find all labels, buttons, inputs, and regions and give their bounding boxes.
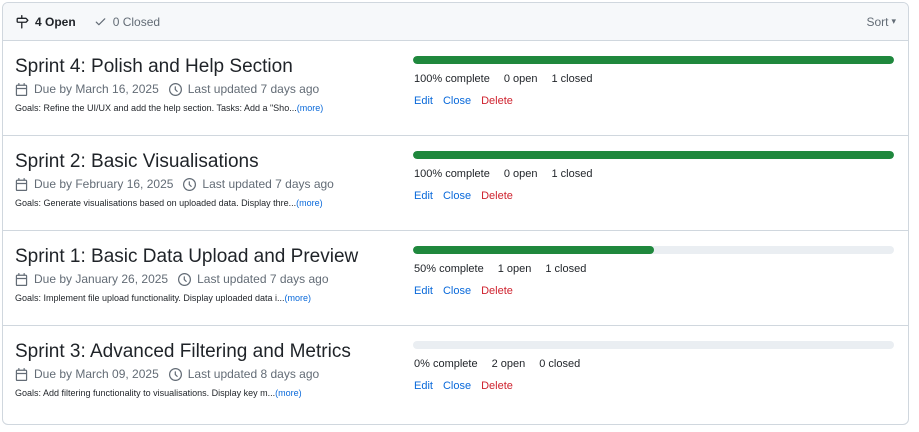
closed-issues-count[interactable]: 1 closed xyxy=(545,263,586,275)
delete-button[interactable]: Delete xyxy=(481,95,513,107)
clock-icon xyxy=(168,82,182,96)
progress-bar xyxy=(413,151,894,159)
delete-button[interactable]: Delete xyxy=(481,285,513,297)
sort-dropdown[interactable]: Sort ▾ xyxy=(866,15,896,29)
closed-count-label: 0 Closed xyxy=(112,14,161,29)
closed-milestones-tab[interactable]: 0 Closed xyxy=(94,15,160,29)
progress-fill xyxy=(413,246,654,254)
milestone-actions: Edit Close Delete xyxy=(414,95,523,107)
progress-bar xyxy=(413,246,894,254)
milestones-header: 4 Open 0 Closed Sort ▾ xyxy=(3,3,908,41)
edit-button[interactable]: Edit xyxy=(414,95,433,107)
more-link[interactable]: (more) xyxy=(285,293,312,303)
closed-issues-count[interactable]: 1 closed xyxy=(551,168,592,180)
goals-text: Goals: Generate visualisations based on … xyxy=(15,198,297,208)
edit-button[interactable]: Edit xyxy=(414,285,433,297)
milestone-stats: 50% complete 1 open 1 closed xyxy=(414,263,600,275)
milestone-title[interactable]: Sprint 3: Advanced Filtering and Metrics xyxy=(15,341,351,363)
last-updated: Last updated 8 days ago xyxy=(187,367,320,381)
milestone-stats: 0% complete 2 open 0 closed xyxy=(414,358,594,370)
milestone-actions: Edit Close Delete xyxy=(414,380,523,392)
milestone-description: Goals: Refine the UI/UX and add the help… xyxy=(15,103,323,113)
clock-icon xyxy=(178,272,192,286)
calendar-icon xyxy=(15,367,28,381)
open-issues-count[interactable]: 1 open xyxy=(498,263,532,275)
percent-complete: 50% complete xyxy=(414,263,484,275)
milestone-title[interactable]: Sprint 1: Basic Data Upload and Preview xyxy=(15,246,358,268)
more-link[interactable]: (more) xyxy=(296,198,323,208)
last-updated: Last updated 7 days ago xyxy=(202,177,334,191)
milestone-row: Sprint 1: Basic Data Upload and Preview … xyxy=(3,231,908,326)
milestone-description: Goals: Generate visualisations based on … xyxy=(15,198,323,208)
open-issues-count[interactable]: 0 open xyxy=(504,168,538,180)
milestone-actions: Edit Close Delete xyxy=(414,190,523,202)
milestone-stats: 100% complete 0 open 1 closed xyxy=(414,73,606,85)
milestone-title[interactable]: Sprint 2: Basic Visualisations xyxy=(15,151,259,173)
percent-complete: 100% complete xyxy=(414,73,490,85)
milestone-meta: Due by January 26, 2025 Last updated 7 d… xyxy=(15,272,329,286)
due-date: Due by March 09, 2025 xyxy=(34,367,159,381)
milestone-row: Sprint 3: Advanced Filtering and Metrics… xyxy=(3,326,908,420)
caret-down-icon: ▾ xyxy=(891,16,896,26)
goals-text: Goals: Add filtering functionality to vi… xyxy=(15,388,276,398)
more-link[interactable]: (more) xyxy=(275,388,302,398)
due-date: Due by January 26, 2025 xyxy=(34,272,169,286)
edit-button[interactable]: Edit xyxy=(414,190,433,202)
progress-fill xyxy=(413,56,894,64)
last-updated: Last updated 7 days ago xyxy=(197,272,329,286)
last-updated: Last updated 7 days ago xyxy=(187,82,320,96)
due-date: Due by February 16, 2025 xyxy=(34,177,174,191)
milestone-meta: Due by February 16, 2025 Last updated 7 … xyxy=(15,177,334,191)
calendar-icon xyxy=(15,177,28,191)
milestone-meta: Due by March 09, 2025 Last updated 8 day… xyxy=(15,367,319,381)
close-button[interactable]: Close xyxy=(443,380,471,392)
calendar-icon xyxy=(15,272,28,286)
closed-issues-count[interactable]: 1 closed xyxy=(551,73,592,85)
due-date: Due by March 16, 2025 xyxy=(34,82,159,96)
closed-issues-count[interactable]: 0 closed xyxy=(539,358,580,370)
progress-bar xyxy=(413,341,894,349)
close-button[interactable]: Close xyxy=(443,190,471,202)
open-count-label: 4 Open xyxy=(35,14,76,29)
delete-button[interactable]: Delete xyxy=(481,190,513,202)
percent-complete: 0% complete xyxy=(414,358,478,370)
milestone-meta: Due by March 16, 2025 Last updated 7 day… xyxy=(15,82,319,96)
percent-complete: 100% complete xyxy=(414,168,490,180)
open-milestones-tab[interactable]: 4 Open xyxy=(15,14,76,29)
sort-label: Sort xyxy=(866,14,889,29)
close-button[interactable]: Close xyxy=(443,285,471,297)
calendar-icon xyxy=(15,82,28,96)
milestone-description: Goals: Add filtering functionality to vi… xyxy=(15,388,302,398)
clock-icon xyxy=(183,177,197,191)
milestone-icon xyxy=(16,14,29,29)
milestones-list: 4 Open 0 Closed Sort ▾ Sprint 4: Polish … xyxy=(2,2,909,425)
progress-bar xyxy=(413,56,894,64)
delete-button[interactable]: Delete xyxy=(481,380,513,392)
goals-text: Goals: Implement file upload functionali… xyxy=(15,293,285,303)
check-icon xyxy=(95,18,106,26)
milestone-row: Sprint 4: Polish and Help Section Due by… xyxy=(3,41,908,136)
milestone-description: Goals: Implement file upload functionali… xyxy=(15,293,311,303)
goals-text: Goals: Refine the UI/UX and add the help… xyxy=(15,103,297,113)
close-button[interactable]: Close xyxy=(443,95,471,107)
open-issues-count[interactable]: 0 open xyxy=(504,73,538,85)
milestone-title[interactable]: Sprint 4: Polish and Help Section xyxy=(15,56,293,78)
milestone-row: Sprint 2: Basic Visualisations Due by Fe… xyxy=(3,136,908,231)
edit-button[interactable]: Edit xyxy=(414,380,433,392)
milestone-actions: Edit Close Delete xyxy=(414,285,523,297)
clock-icon xyxy=(168,367,182,381)
more-link[interactable]: (more) xyxy=(297,103,324,113)
progress-fill xyxy=(413,151,894,159)
milestone-stats: 100% complete 0 open 1 closed xyxy=(414,168,606,180)
open-issues-count[interactable]: 2 open xyxy=(492,358,526,370)
